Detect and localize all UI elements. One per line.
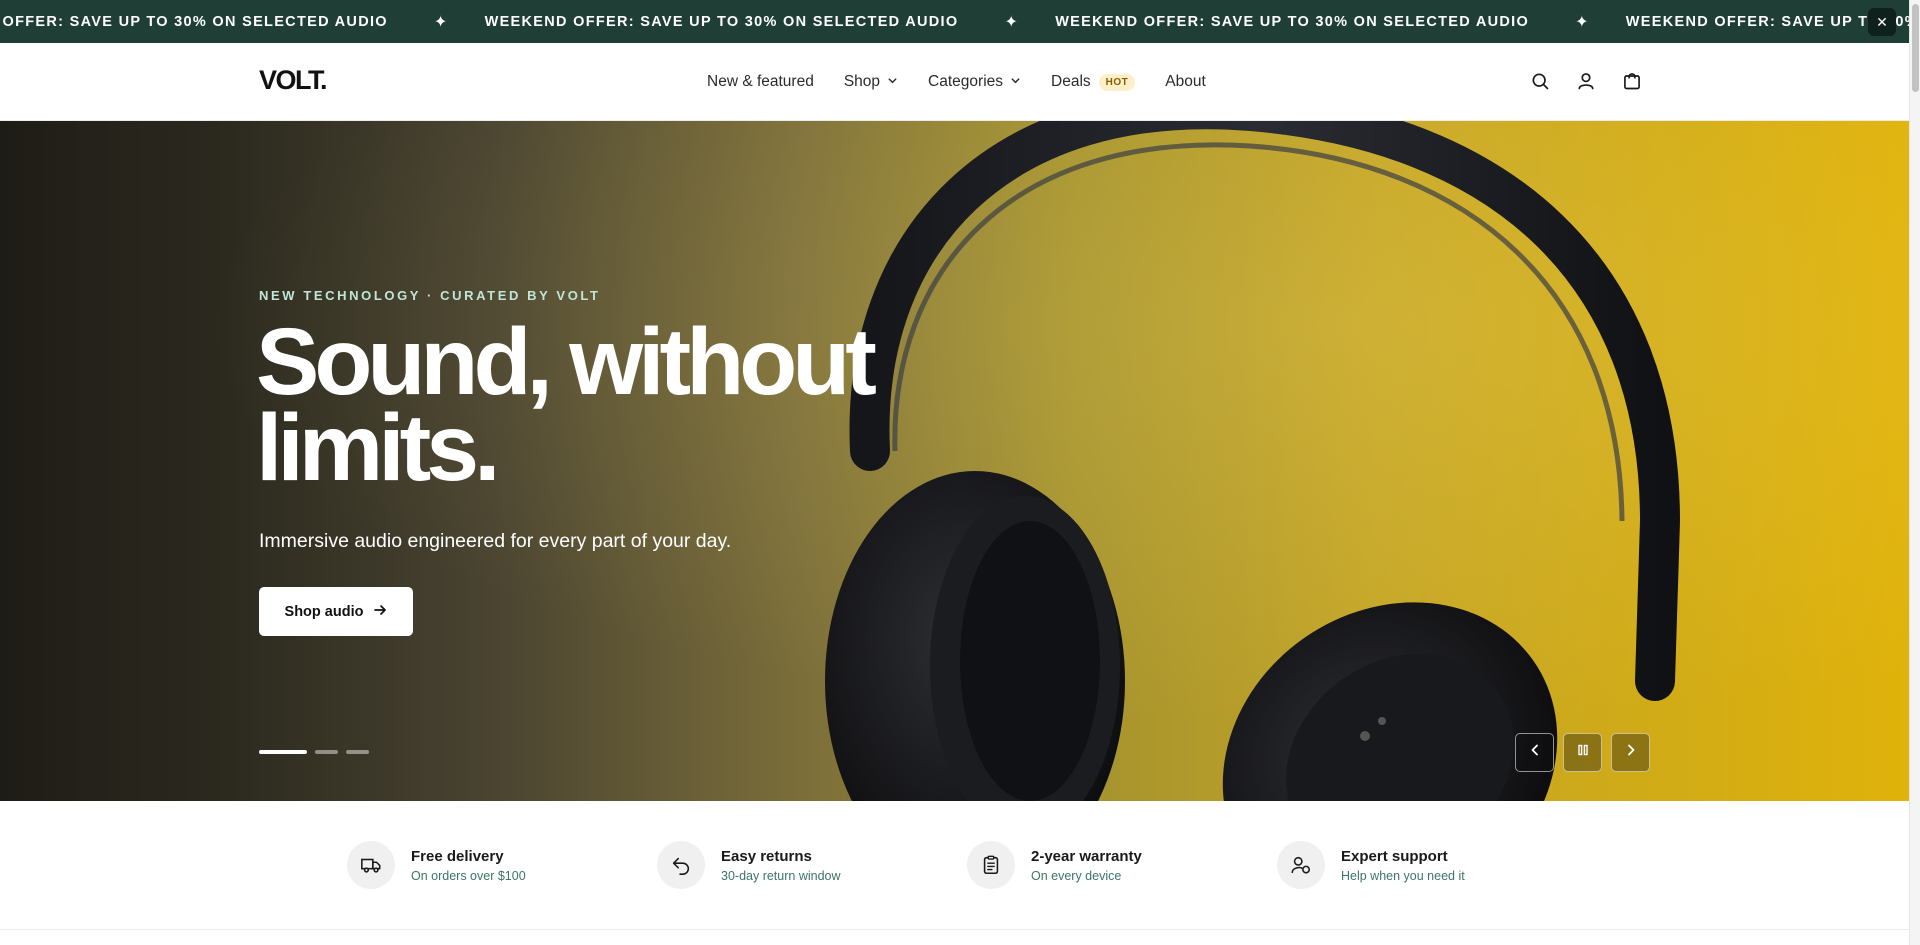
slide-indicators [259, 750, 369, 754]
chevron-down-icon [887, 73, 898, 91]
feature-text: 2-year warranty On every device [1031, 848, 1142, 883]
next-slide-button[interactable] [1611, 733, 1650, 772]
feature-title: Expert support [1341, 847, 1448, 865]
return-icon [657, 841, 705, 889]
announcement-text: WEEKEND OFFER: SAVE UP TO 30% ON SELECTE… [1055, 13, 1530, 30]
feature-title: Free delivery [411, 847, 504, 865]
arrow-right-icon [373, 603, 387, 621]
announcement-item: WEEKEND OFFER: SAVE UP TO 30% ON SELECTE… [485, 12, 1056, 32]
feature-warranty: 2-year warranty On every device [967, 841, 1142, 889]
feature-strip: Free delivery On orders over $100 Easy r… [0, 801, 1909, 930]
cta-label: Shop audio [284, 603, 364, 620]
nav-item-label: Shop [843, 73, 881, 90]
pause-icon [1576, 743, 1590, 762]
feature-easy-returns: Easy returns 30-day return window [657, 841, 841, 889]
nav-item-label: Deals [1051, 73, 1091, 90]
nav-item-label: New & featured [707, 73, 814, 90]
slider-controls [1515, 733, 1650, 772]
hero-banner: NEW TECHNOLOGY · CURATED BY VOLT Sound, … [0, 121, 1909, 801]
announcement-close-button[interactable]: ✕ [1868, 8, 1896, 36]
sparkle-icon: ✦ [1575, 13, 1590, 31]
feature-subtitle: 30-day return window [721, 868, 841, 883]
hero-eyebrow: NEW TECHNOLOGY · CURATED BY VOLT [259, 288, 601, 303]
announcement-bar: WEEKEND OFFER: SAVE UP TO 30% ON SELECTE… [0, 0, 1909, 43]
account-icon[interactable] [1574, 69, 1598, 93]
announcement-item: WEEKEND OFFER: SAVE UP TO 30% ON SELECTE… [1626, 12, 1909, 32]
announcement-text: WEEKEND OFFER: SAVE UP TO 30% ON SELECTE… [0, 13, 388, 30]
announcement-item: WEEKEND OFFER: SAVE UP TO 30% ON SELECTE… [1055, 12, 1626, 32]
chevron-left-icon [1528, 743, 1542, 762]
header-actions [1528, 69, 1644, 93]
chevron-down-icon [1010, 73, 1021, 91]
sparkle-icon: ✦ [1004, 13, 1020, 31]
feature-title: Easy returns [721, 847, 812, 865]
nav-item-label: About [1165, 73, 1206, 90]
feature-text: Expert support Help when you need it [1341, 848, 1465, 883]
announcement-text: WEEKEND OFFER: SAVE UP TO 30% ON SELECTE… [1625, 13, 1909, 30]
nav-item-about[interactable]: About [1165, 73, 1206, 91]
truck-icon [347, 841, 395, 889]
nav-item-shop[interactable]: Shop [844, 73, 898, 91]
warranty-icon [967, 841, 1015, 889]
hero-headline-line: limits. [256, 395, 501, 501]
site-header: VOLT. New & featured Shop Categories Dea… [0, 43, 1909, 121]
slide-dot[interactable] [259, 750, 307, 754]
announcement-item: WEEKEND OFFER: SAVE UP TO 30% ON SELECTE… [0, 12, 485, 32]
feature-text: Free delivery On orders over $100 [411, 848, 526, 883]
previous-slide-button[interactable] [1515, 733, 1554, 772]
scrollbar-thumb[interactable] [1912, 4, 1919, 92]
logo[interactable]: VOLT. [259, 67, 328, 94]
feature-expert-support: Expert support Help when you need it [1277, 841, 1465, 889]
announcement-text: WEEKEND OFFER: SAVE UP TO 30% ON SELECTE… [484, 13, 959, 30]
hero-subline: Immersive audio engineered for every par… [259, 530, 732, 552]
announcement-marquee: WEEKEND OFFER: SAVE UP TO 30% ON SELECTE… [0, 0, 1909, 43]
feature-subtitle: On orders over $100 [411, 868, 526, 883]
nav-item-categories[interactable]: Categories [928, 73, 1021, 91]
support-icon [1277, 841, 1325, 889]
main-nav: New & featured Shop Categories Deals HOT… [707, 43, 1236, 121]
nav-item-new-featured[interactable]: New & featured [707, 73, 814, 91]
sparkle-icon: ✦ [433, 13, 449, 31]
cart-icon[interactable] [1620, 69, 1644, 93]
close-icon: ✕ [1876, 13, 1888, 30]
feature-free-delivery: Free delivery On orders over $100 [347, 841, 526, 889]
feature-subtitle: Help when you need it [1341, 868, 1465, 883]
nav-item-deals[interactable]: Deals HOT [1051, 73, 1136, 91]
shop-audio-button[interactable]: Shop audio [259, 587, 413, 636]
hot-badge: HOT [1098, 73, 1136, 91]
hero-headline: Sound, without limits. [256, 315, 1016, 496]
feature-title: 2-year warranty [1031, 847, 1142, 865]
chevron-right-icon [1624, 743, 1638, 762]
page-scrollbar[interactable] [1909, 0, 1920, 945]
nav-item-label: Categories [928, 73, 1004, 90]
slide-dot[interactable] [346, 750, 369, 754]
slide-dot[interactable] [315, 750, 338, 754]
feature-subtitle: On every device [1031, 868, 1122, 883]
search-icon[interactable] [1528, 69, 1552, 93]
pause-slideshow-button[interactable] [1563, 733, 1602, 772]
feature-text: Easy returns 30-day return window [721, 848, 841, 883]
